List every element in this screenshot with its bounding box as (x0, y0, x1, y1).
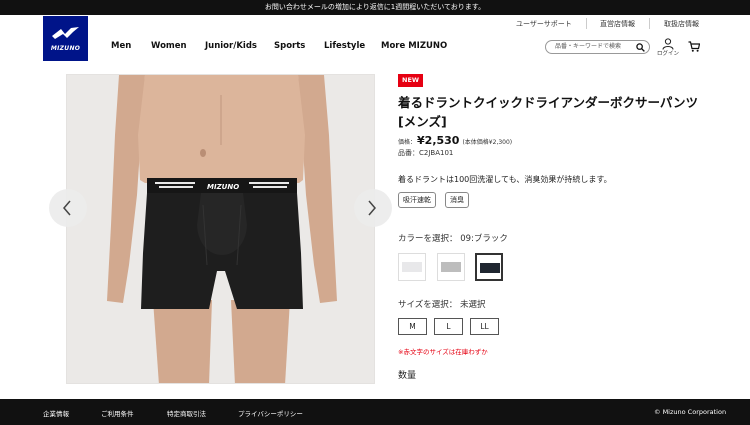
search-placeholder: 品番・キーワードで検索 (555, 43, 622, 50)
utility-link-support[interactable]: ユーザーサポート (516, 19, 572, 29)
feature-tag[interactable]: 消臭 (445, 192, 469, 208)
footer-link-company[interactable]: 企業情報 (43, 408, 69, 418)
footer-link-privacy[interactable]: プライバシーポリシー (238, 408, 303, 418)
product-photo: MIZUNO (67, 75, 374, 383)
chevron-right-icon (368, 200, 376, 216)
login-label[interactable]: ログイン (657, 49, 679, 57)
nav-item-junior-kids[interactable]: Junior/Kids (205, 41, 257, 51)
product-description: 着るドラントは100回洗濯しても、消臭効果が持続します。 (398, 175, 612, 184)
color-selector-label: カラーを選択： 09:ブラック (398, 234, 508, 244)
search-input[interactable]: 品番・キーワードで検索 (545, 40, 650, 54)
announcement-bar: お問い合わせメールの増加により返信に1週間程いただいております。 (0, 0, 750, 15)
size-button-ll[interactable]: LL (470, 318, 499, 335)
size-selector-label: サイズを選択： 未選択 (398, 300, 486, 310)
footer: 企業情報 ご利用条件 特定商取引法 プライバシーポリシー © Mizuno Co… (0, 399, 750, 425)
new-badge: NEW (398, 74, 424, 87)
utility-nav: ユーザーサポート 直営店情報 取扱店情報 (0, 15, 750, 33)
swatch-image (441, 262, 461, 272)
svg-text:MIZUNO: MIZUNO (207, 183, 239, 191)
next-image-button[interactable] (354, 189, 392, 227)
utility-link-retailers[interactable]: 取扱店情報 (664, 19, 699, 29)
product-code-label: 品番： (398, 149, 419, 157)
nav-item-sports[interactable]: Sports (274, 41, 305, 51)
product-code-row: 品番：C2JBA101 (398, 148, 453, 158)
color-swatch-black[interactable] (475, 253, 503, 281)
search-icon[interactable] (636, 43, 645, 52)
price-row: 価格：¥2,530 (本体価格¥2,300) (398, 134, 512, 147)
size-button-l[interactable]: L (434, 318, 463, 335)
chevron-left-icon (63, 200, 71, 216)
product-code: C2JBA101 (419, 149, 454, 157)
brand-logo[interactable]: MIZUNO (43, 16, 88, 61)
stock-note: ※赤文字のサイズは在庫わずか (398, 348, 488, 356)
nav-item-lifestyle[interactable]: Lifestyle (324, 41, 365, 51)
product-title: 着るドラントクイックドライアンダーボクサーパンツ[メンズ] (398, 95, 699, 129)
price-tax-note: (本体価格¥2,300) (462, 139, 513, 146)
price-label: 価格： (398, 139, 417, 146)
swatch-image (480, 263, 500, 273)
previous-image-button[interactable] (49, 189, 87, 227)
runbird-icon (52, 27, 79, 39)
nav-item-more-mizuno[interactable]: More MIZUNO (381, 41, 447, 51)
color-swatch-white[interactable] (398, 253, 426, 281)
divider (586, 18, 587, 29)
cart-icon[interactable] (688, 41, 700, 52)
footer-link-commerce-law[interactable]: 特定商取引法 (167, 408, 206, 418)
footer-link-terms[interactable]: ご利用条件 (101, 408, 134, 418)
price-value: ¥2,530 (417, 134, 460, 147)
feature-tag[interactable]: 吸汗速乾 (398, 192, 436, 208)
quantity-label: 数量 (398, 371, 417, 381)
nav-item-men[interactable]: Men (111, 41, 131, 51)
selected-color: 09:ブラック (460, 234, 508, 244)
product-image: MIZUNO (66, 74, 375, 384)
selected-size: 未選択 (459, 300, 486, 310)
size-button-m[interactable]: M (398, 318, 427, 335)
swatch-image (402, 262, 422, 272)
divider (649, 18, 650, 29)
utility-link-stores[interactable]: 直営店情報 (600, 19, 635, 29)
nav-item-women[interactable]: Women (151, 41, 187, 51)
color-swatch-gray[interactable] (437, 253, 465, 281)
logo-text: MIZUNO (50, 45, 81, 52)
copyright: © Mizuno Corporation (654, 408, 727, 416)
